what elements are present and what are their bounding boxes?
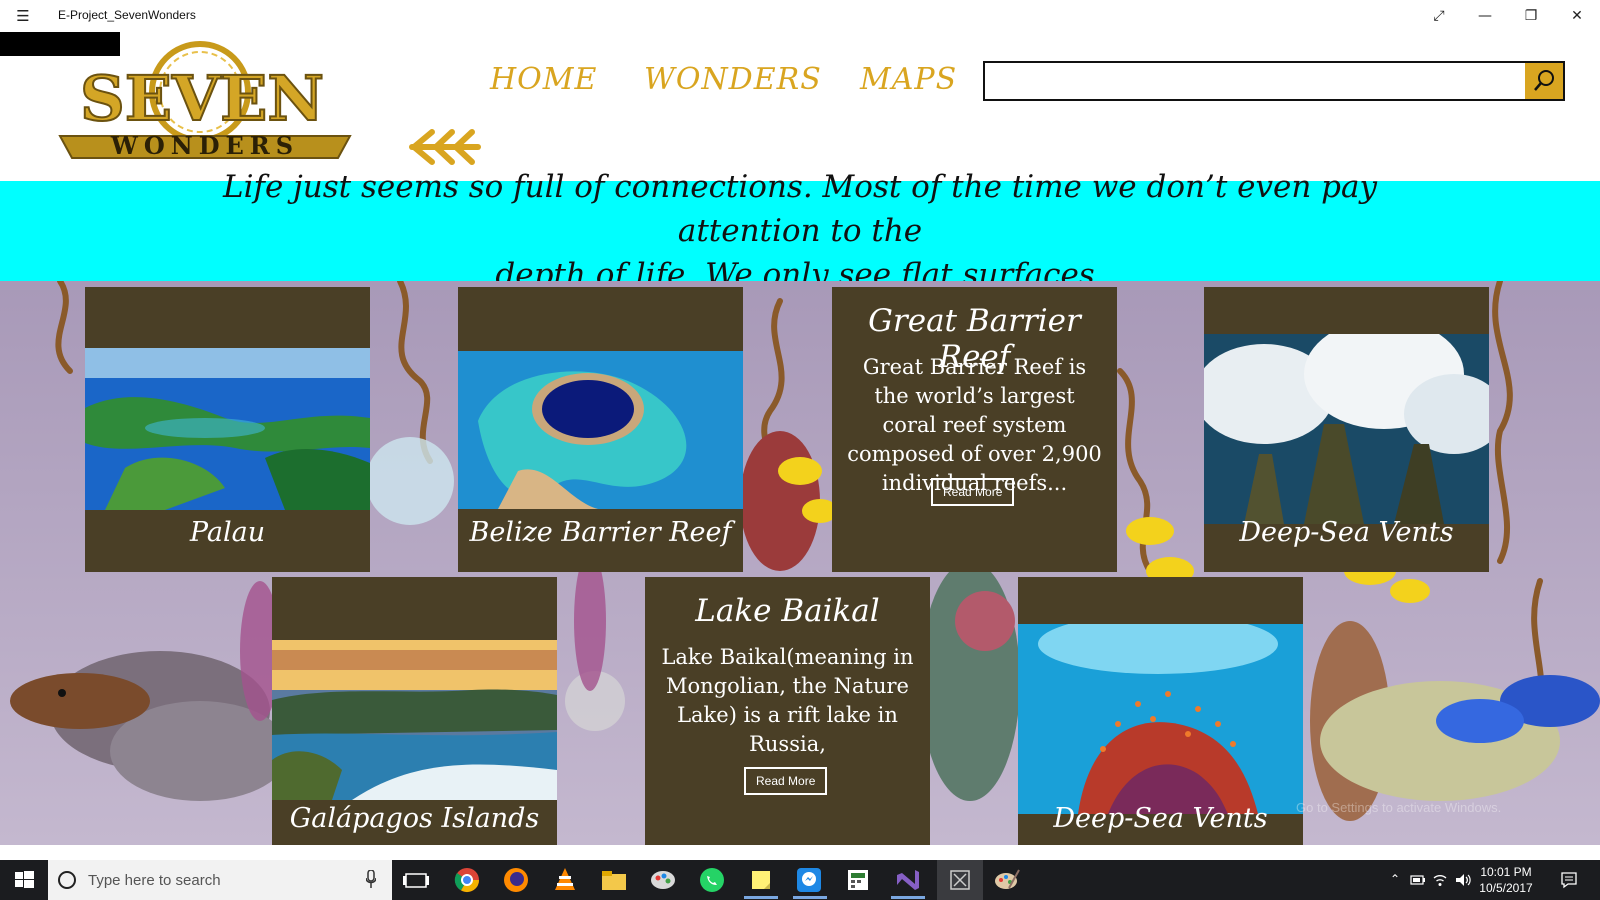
visual-studio-active-indicator <box>891 896 925 899</box>
card-description: Lake Baikal(meaning in Mongolian, the Na… <box>661 645 914 756</box>
windows-activation-watermark: Go to Settings to activate Windows. <box>1296 800 1502 815</box>
search-icon <box>1534 70 1554 91</box>
card-palau[interactable]: Palau <box>85 287 370 572</box>
vlc-icon[interactable] <box>551 866 579 894</box>
read-more-button[interactable]: Read More <box>931 478 1015 506</box>
palau-photo <box>85 348 370 510</box>
card-caption: Palau <box>189 517 266 548</box>
title-bar: ☰ E-Project_SevenWonders ⤢ — ❐ ✕ <box>0 0 1600 32</box>
card-title: Lake Baikal <box>695 593 880 629</box>
battery-icon[interactable] <box>1410 873 1426 887</box>
chrome-icon[interactable] <box>453 866 481 894</box>
firefox-icon[interactable] <box>502 866 530 894</box>
whatsapp-icon[interactable] <box>698 866 726 894</box>
clock-date: 10/5/2017 <box>1479 881 1533 895</box>
card-deep-sea-vents[interactable]: Deep-Sea Vents <box>1204 287 1489 572</box>
card-deep-sea-vents-2[interactable]: Deep-Sea Vents <box>1018 577 1303 845</box>
read-more-button[interactable]: Read More <box>744 767 828 795</box>
card-caption: Deep-Sea Vents <box>1239 517 1454 548</box>
minimize-button[interactable]: — <box>1462 0 1508 32</box>
double-arrow-left-icon[interactable] <box>406 126 482 168</box>
window-title: E-Project_SevenWonders <box>58 8 196 22</box>
clock-time: 10:01 PM <box>1480 865 1532 879</box>
card-great-barrier-reef[interactable]: Great Barrier Reef Great Barrier Reef is… <box>832 287 1117 572</box>
volume-icon[interactable] <box>1454 872 1472 888</box>
paint-icon[interactable] <box>649 866 677 894</box>
quote-banner: Life just seems so full of connections. … <box>0 169 1600 293</box>
search-button[interactable] <box>1525 63 1563 99</box>
taskbar: Type here to search ⌃ 10:01 PM 10/5/2017 <box>0 860 1600 900</box>
cortana-icon <box>58 871 76 889</box>
clock[interactable]: 10:01 PM 10/5/2017 <box>1476 864 1536 896</box>
hamburger-menu-icon[interactable]: ☰ <box>14 7 32 25</box>
close-button[interactable]: ✕ <box>1554 0 1600 32</box>
nav-home[interactable]: HOME <box>490 62 597 106</box>
blue-hole-photo <box>458 351 743 509</box>
coral-reef-photo <box>1018 624 1303 814</box>
search-input[interactable] <box>985 63 1515 99</box>
card-caption: Deep-Sea Vents <box>1053 803 1268 834</box>
visual-studio-icon[interactable] <box>893 866 921 894</box>
card-belize-barrier-reef[interactable]: Belize Barrier Reef <box>458 287 743 572</box>
card-caption: Galápagos Islands <box>289 803 540 834</box>
task-view-icon[interactable] <box>402 866 430 894</box>
sticky-notes-icon[interactable] <box>747 866 775 894</box>
restore-button[interactable]: ❐ <box>1508 0 1554 32</box>
wifi-icon[interactable] <box>1432 872 1448 888</box>
messenger-icon[interactable] <box>795 866 823 894</box>
galapagos-photo <box>272 640 557 800</box>
file-explorer-icon[interactable] <box>600 866 628 894</box>
calculator-icon[interactable] <box>844 866 872 894</box>
card-caption: Belize Barrier Reef <box>469 517 732 548</box>
windows-start-button[interactable] <box>0 860 48 900</box>
quote-text: Life just seems so full of connections. … <box>170 165 1430 297</box>
taskbar-search[interactable]: Type here to search <box>48 860 392 900</box>
microphone-icon[interactable] <box>366 870 376 888</box>
action-center-icon[interactable] <box>1560 871 1578 889</box>
seven-wonders-logo[interactable]: SEVEN WONDERS <box>52 38 358 162</box>
search-box <box>983 61 1565 101</box>
messenger-active-indicator <box>793 896 827 899</box>
nav-wonders[interactable]: WONDERS <box>644 62 822 106</box>
app-window-icon[interactable] <box>946 866 974 894</box>
fullscreen-icon[interactable]: ⤢ <box>1416 0 1462 32</box>
paint-brush-icon[interactable] <box>993 866 1021 894</box>
logo-text-top: SEVEN <box>80 62 324 135</box>
nav-maps[interactable]: MAPS <box>860 62 957 106</box>
show-hidden-icons[interactable]: ⌃ <box>1390 872 1400 900</box>
vents-photo <box>1204 334 1489 524</box>
sticky-notes-active-indicator <box>744 896 778 899</box>
card-lake-baikal[interactable]: Lake Baikal Lake Baikal(meaning in Mongo… <box>645 577 930 845</box>
card-description: Great Barrier Reef is the world’s larges… <box>847 355 1102 495</box>
logo-text-bottom: WONDERS <box>110 131 299 160</box>
taskbar-search-placeholder: Type here to search <box>88 872 221 889</box>
quote-line-1: Life just seems so full of connections. … <box>223 169 1377 249</box>
windows-logo-icon <box>15 871 34 888</box>
card-galapagos-islands[interactable]: Galápagos Islands <box>272 577 557 845</box>
